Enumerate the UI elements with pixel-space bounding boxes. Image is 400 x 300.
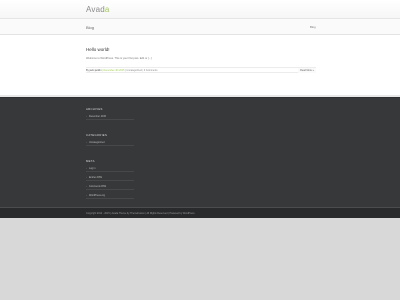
post-comments-link[interactable]: | 0 Comments xyxy=(143,69,158,72)
copyright-text: Copyright 2012 - 2015 | Avada Theme by T… xyxy=(86,212,195,215)
site-header: Avada xyxy=(0,0,400,19)
meta-link-comments-rss[interactable]: Comments RSS xyxy=(86,184,134,190)
post-excerpt: Welcome to WordPress. This is your first… xyxy=(86,57,152,60)
archive-link[interactable]: December 2015 xyxy=(86,114,134,120)
category-link[interactable]: Uncategorized xyxy=(86,140,134,146)
page-title: Blog xyxy=(86,25,95,30)
post-meta: By jacki jacklin | December 4th 2015 | U… xyxy=(86,67,316,73)
footer-widgets: ARCHIVES December 2015 CATEGORIES Uncate… xyxy=(0,97,400,207)
site-logo[interactable]: Avada xyxy=(86,5,110,14)
meta-link-entries-rss[interactable]: Entries RSS xyxy=(86,175,134,181)
logo-text: Avad xyxy=(86,5,105,14)
logo-accent-text: a xyxy=(104,5,110,14)
read-more-button[interactable]: Read More » xyxy=(298,68,316,73)
meta-link-login[interactable]: Log in xyxy=(86,166,134,172)
archives-widget-title: ARCHIVES xyxy=(86,107,103,111)
breadcrumb[interactable]: Blog xyxy=(310,25,316,29)
post-author-link[interactable]: By jacki jacklin xyxy=(86,69,102,72)
copyright-bar: Copyright 2012 - 2015 | Avada Theme by T… xyxy=(0,207,400,218)
main-content: Hello world! Welcome to WordPress. This … xyxy=(0,35,400,95)
post-date: | December 4th 2015 xyxy=(102,69,125,72)
post-title[interactable]: Hello world! xyxy=(86,47,110,52)
meta-link-wordpress-org[interactable]: WordPress.org xyxy=(86,193,134,199)
post-category-link[interactable]: | Uncategorized xyxy=(125,69,142,72)
page-title-bar: Blog Blog xyxy=(0,19,400,35)
categories-widget-title: CATEGORIES xyxy=(86,133,108,137)
meta-widget-title: META xyxy=(86,159,95,163)
